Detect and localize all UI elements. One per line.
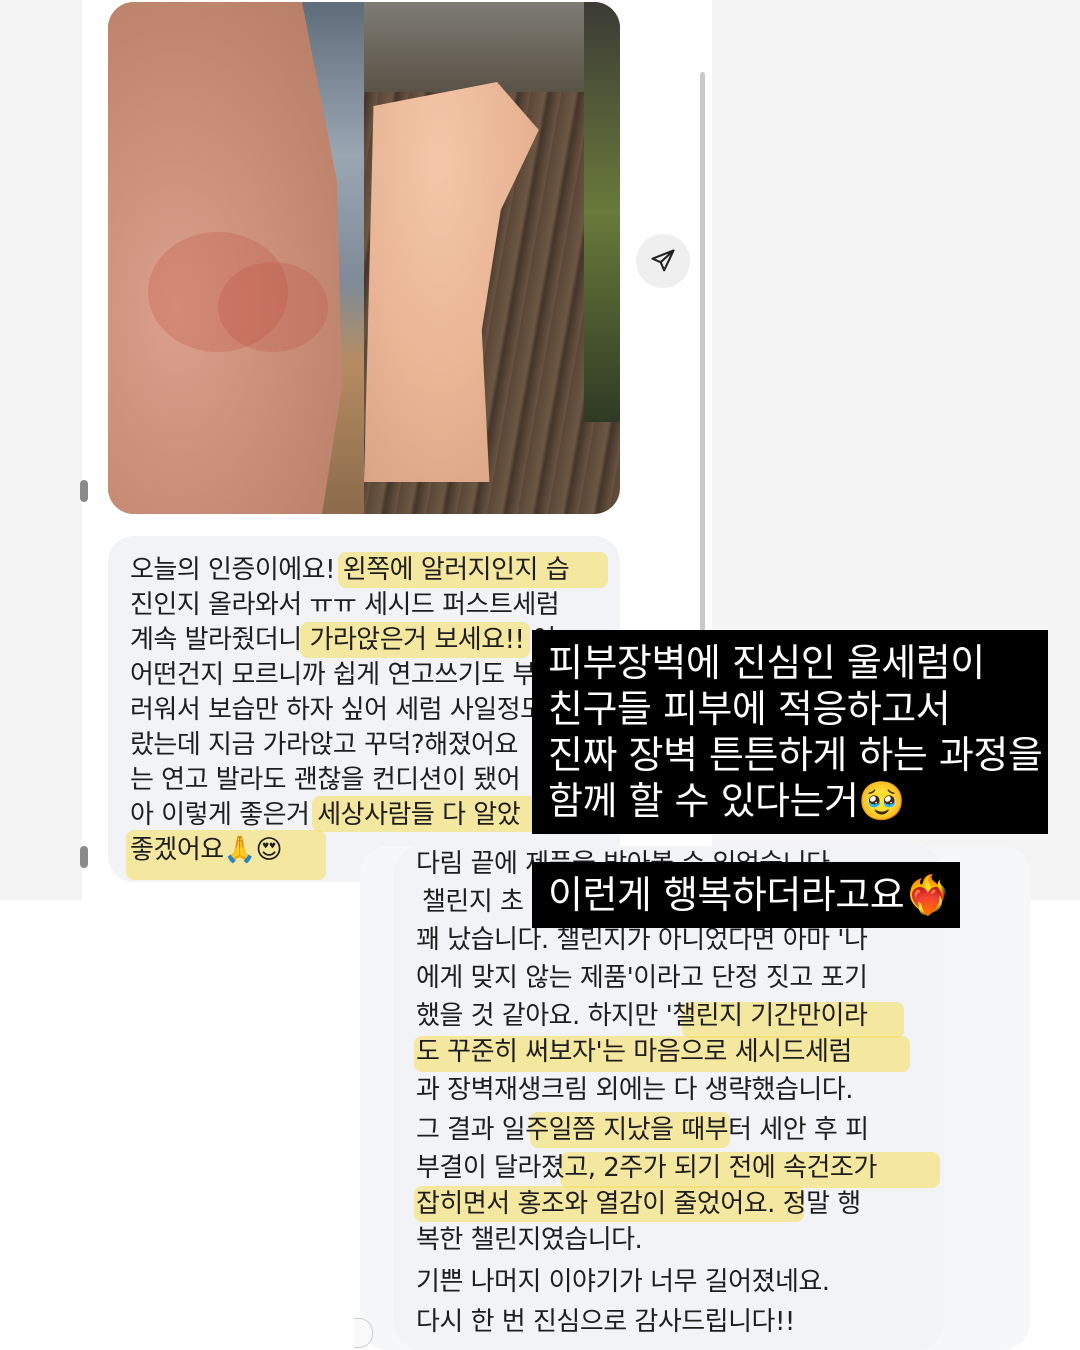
message-line: 기쁜 나머지 이야기가 너무 길어졌네요. [416, 1267, 830, 1297]
message-line: 는 연고 발라도 괜찮을 컨디션이 됐어 [130, 765, 521, 795]
message-line: 복한 챌린지였습니다. [416, 1225, 643, 1255]
message-line: 잡히면서 홍조와 열감이 줄었어요. 정말 행 [416, 1189, 861, 1219]
caption-line: 친구들 피부에 적응하고서 [548, 687, 951, 731]
message-line: 러워서 보습만 하자 싶어 세럼 사일정도 [130, 695, 544, 725]
message-line: 진인지 올라와서 ㅠㅠ 세시드 퍼스트세럼 [130, 590, 560, 620]
message-line: 부결이 달라졌고, 2주가 되기 전에 속건조가 [416, 1153, 877, 1183]
caption-line: 함께 할 수 있다는거🥹 [548, 779, 906, 823]
message-line: 아 이렇게 좋은거 세상사람들 다 알았 [130, 800, 521, 830]
rash-area [218, 262, 328, 352]
share-button[interactable] [636, 234, 690, 288]
photo-attachment[interactable] [108, 2, 620, 514]
caption-line: 이런게 행복하더라고요❤️‍🔥 [548, 873, 952, 917]
message-line: 계속 발라줬더니 가라앉은거 보세요!! 어 [130, 625, 556, 655]
caption-line: 진짜 장벽 튼튼하게 하는 과정을 [548, 733, 1043, 777]
message-line: 그 결과 일주일쯤 지났을 때부터 세안 후 피 [416, 1115, 869, 1145]
photo-rocks [584, 2, 620, 422]
message-line: 챌린지 초 [422, 887, 524, 917]
caption-overlay-2: 이런게 행복하더라고요❤️‍🔥 [532, 862, 960, 928]
caption-overlay: 피부장벽에 진심인 울세럼이 친구들 피부에 적응하고서 진짜 장벽 튼튼하게 … [532, 630, 1048, 834]
message-line: 했을 것 같아요. 하지만 '챌린지 기간만이라 [416, 1001, 868, 1031]
message-line: 다시 한 번 진심으로 감사드립니다!! [416, 1307, 795, 1337]
caption-line: 피부장벽에 진심인 울세럼이 [548, 641, 985, 685]
message-line: 오늘의 인증이에요! 왼쪽에 알러지인지 습 [130, 555, 570, 585]
avatar [80, 480, 88, 502]
message-line: 좋겠어요🙏😍 [130, 835, 283, 865]
photo-wood-top [364, 2, 620, 92]
message-line: 어떤건지 모르니까 쉽게 연고쓰기도 부 [130, 660, 536, 690]
avatar [80, 846, 88, 868]
message-line: 과 장벽재생크림 외에는 다 생략했습니다. [416, 1075, 853, 1105]
paper-plane-icon [651, 249, 675, 272]
scrollbar[interactable] [700, 72, 705, 632]
message-line: 에게 맞지 않는 제품'이라고 단정 짓고 포기 [416, 963, 868, 993]
message-line: 랐는데 지금 가라앉고 꾸덕?해졌어요 [130, 730, 518, 760]
message-line: 도 꾸준히 써보자'는 마음으로 세시드세럼 [416, 1037, 852, 1067]
message-line: 꽤 났습니다. 챌린지가 아니었다면 아마 '나 [416, 925, 868, 955]
